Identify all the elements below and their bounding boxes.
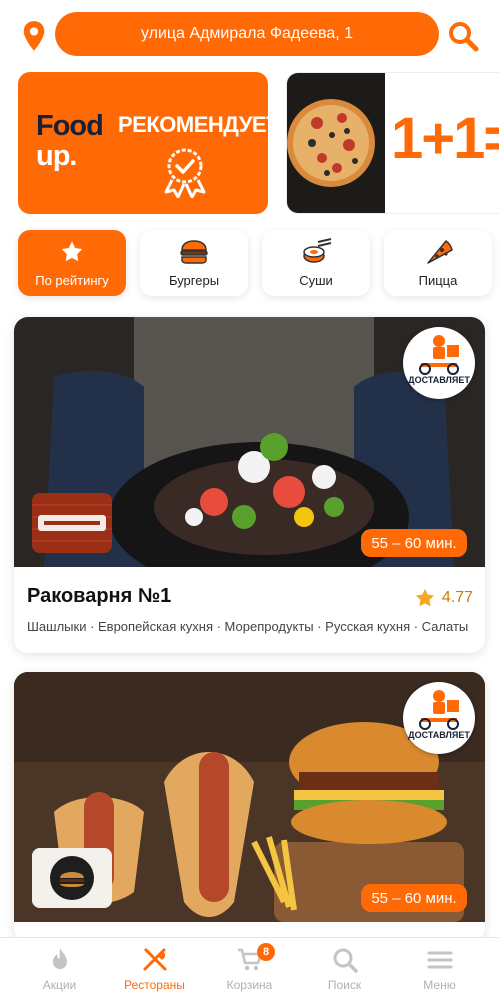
category-label: Бургеры bbox=[168, 273, 220, 288]
utensils-icon bbox=[143, 948, 166, 971]
restaurant-name: Раковарня №1 bbox=[27, 585, 172, 607]
pizza-image bbox=[287, 73, 385, 213]
delivery-badge: ДОСТАВЛЯЕТ bbox=[403, 327, 475, 399]
courier-scooter-icon bbox=[419, 335, 459, 375]
category-burgers[interactable]: Бургеры bbox=[140, 230, 248, 296]
pizza-icon bbox=[427, 240, 453, 264]
rating-value: 4.77 bbox=[441, 589, 473, 606]
category-label: Пицца bbox=[418, 273, 458, 288]
delivery-time-badge: 55 – 60 мин. bbox=[361, 529, 467, 557]
brand-logo-food: Food bbox=[36, 110, 104, 142]
nav-search[interactable]: Поиск bbox=[295, 938, 394, 1000]
star-icon bbox=[415, 588, 434, 607]
category-pizza[interactable]: Пицца bbox=[384, 230, 492, 296]
restaurant-card[interactable]: ДОСТАВЛЯЕТ 55 – 60 мин. bbox=[14, 672, 485, 942]
nav-restaurants[interactable]: Рестораны bbox=[105, 938, 204, 1000]
delivery-time: 55 – 60 мин. bbox=[371, 534, 457, 552]
nav-label: Меню bbox=[423, 978, 456, 992]
brand-logo-up: up. bbox=[36, 140, 77, 172]
banner-headline: РЕКОМЕНДУЕТ bbox=[118, 112, 280, 137]
courier-scooter-icon bbox=[419, 690, 459, 730]
nav-menu[interactable]: Меню bbox=[390, 938, 489, 1000]
delivery-time-badge: 55 – 60 мин. bbox=[361, 884, 467, 912]
sushi-icon bbox=[303, 238, 332, 263]
nav-label: Поиск bbox=[327, 978, 362, 992]
nav-label: Рестораны bbox=[124, 978, 185, 992]
bottom-navigation: Акции Рестораны 8 Корзина Поиск Меню bbox=[0, 937, 499, 1000]
delivery-badge-text: ДОСТАВЛЯЕТ bbox=[408, 375, 470, 385]
category-by-rating[interactable]: По рейтингу bbox=[18, 230, 126, 296]
delivery-time: 55 – 60 мин. bbox=[371, 889, 457, 907]
award-badge-icon bbox=[164, 148, 206, 198]
delivery-badge: ДОСТАВЛЯЕТ bbox=[403, 682, 475, 754]
restaurant-logo bbox=[32, 848, 112, 908]
pizza-promo-banner[interactable]: 1+1= bbox=[286, 72, 499, 214]
address-field[interactable]: улица Адмирала Фадеева, 1 bbox=[55, 12, 439, 56]
nav-label: Корзина bbox=[226, 978, 273, 992]
promo-banners: Food up. РЕКОМЕНДУЕТ 1+1 bbox=[0, 72, 499, 214]
nav-cart[interactable]: 8 Корзина bbox=[200, 938, 299, 1000]
menu-icon bbox=[427, 951, 452, 969]
flame-icon bbox=[52, 948, 67, 969]
location-pin-icon[interactable] bbox=[20, 20, 48, 52]
star-icon bbox=[61, 241, 83, 262]
promo-headline: 1+1= bbox=[391, 106, 499, 171]
category-sushi[interactable]: Суши bbox=[262, 230, 370, 296]
restaurant-rating: 4.77 bbox=[414, 587, 473, 609]
search-icon[interactable] bbox=[447, 20, 479, 52]
cart-count-badge: 8 bbox=[257, 943, 275, 961]
category-filters: По рейтингу Бургеры Суши Пицца bbox=[0, 230, 499, 298]
foodup-recommends-banner[interactable]: Food up. РЕКОМЕНДУЕТ bbox=[18, 72, 280, 214]
address-text: улица Адмирала Фадеева, 1 bbox=[140, 25, 354, 42]
cuisine-tags: Шашлыки · Европейская кухня · Морепродук… bbox=[27, 619, 469, 634]
top-bar: улица Адмирала Фадеева, 1 bbox=[0, 0, 499, 66]
nav-label: Акции bbox=[42, 978, 77, 992]
restaurant-logo bbox=[32, 493, 112, 553]
category-label: Суши bbox=[299, 273, 333, 288]
search-icon bbox=[333, 948, 358, 973]
restaurant-card[interactable]: ДОСТАВЛЯЕТ 55 – 60 мин. Раковарня №1 4.7… bbox=[14, 317, 485, 653]
burger-icon bbox=[180, 240, 208, 264]
nav-promotions[interactable]: Акции bbox=[10, 938, 109, 1000]
category-label: По рейтингу bbox=[35, 273, 109, 288]
delivery-badge-text: ДОСТАВЛЯЕТ bbox=[408, 730, 470, 740]
